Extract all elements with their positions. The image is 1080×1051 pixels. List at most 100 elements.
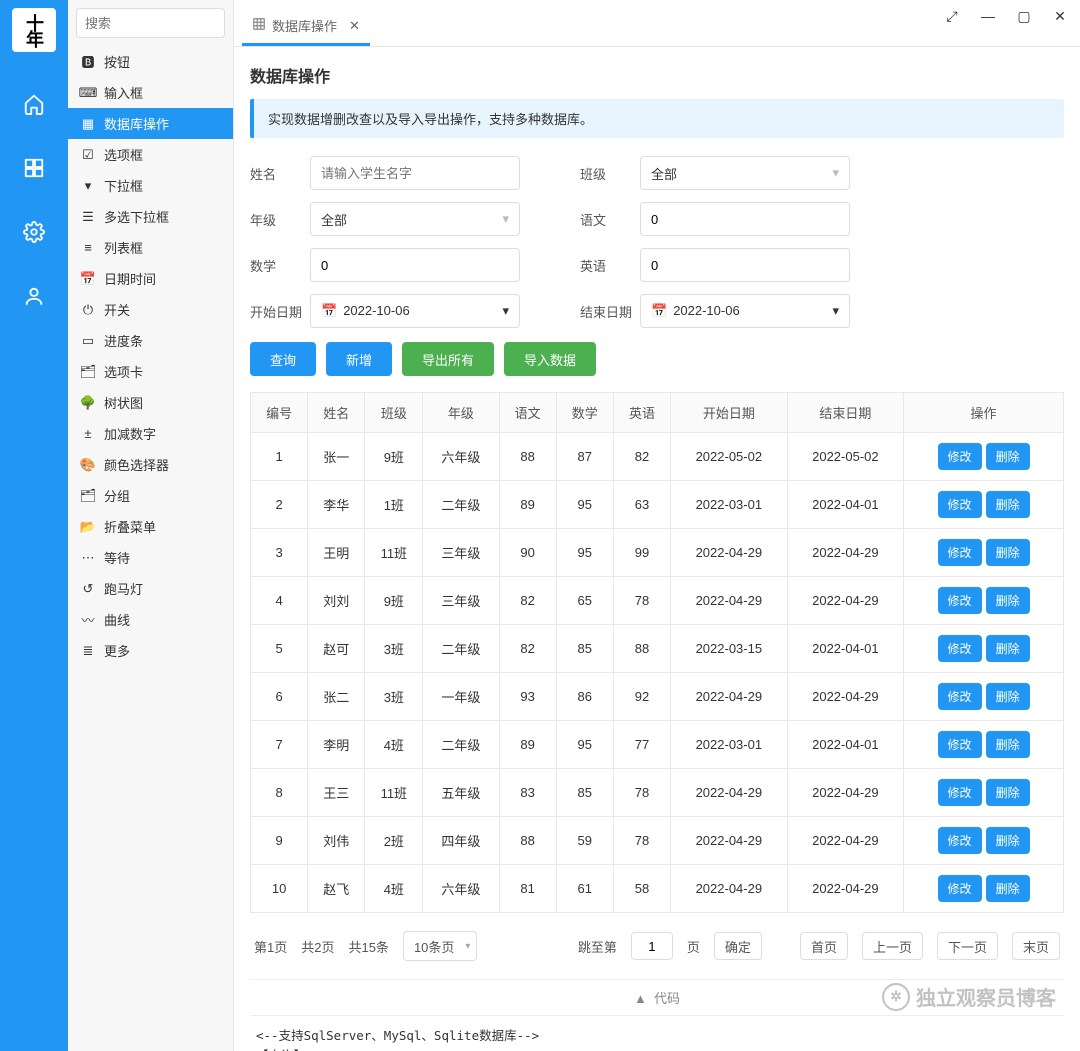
table-cell: 四年级 bbox=[423, 817, 499, 865]
sidebar-item-13[interactable]: 🎨 颜色选择器 bbox=[68, 449, 233, 480]
sidebar-item-11[interactable]: 🌳树状图 bbox=[68, 387, 233, 418]
edit-button[interactable]: 修改 bbox=[938, 875, 982, 902]
edit-button[interactable]: 修改 bbox=[938, 443, 982, 470]
edit-button[interactable]: 修改 bbox=[938, 731, 982, 758]
delete-button[interactable]: 删除 bbox=[986, 827, 1030, 854]
edit-button[interactable]: 修改 bbox=[938, 491, 982, 518]
grade-select[interactable]: 全部▾ bbox=[310, 202, 520, 236]
chinese-input[interactable] bbox=[640, 202, 850, 236]
delete-button[interactable]: 删除 bbox=[986, 875, 1030, 902]
table-header: 开始日期 bbox=[671, 393, 788, 433]
prev-page-button[interactable]: 上一页 bbox=[862, 932, 923, 960]
jump-input[interactable] bbox=[631, 932, 673, 960]
import-button[interactable]: 导入数据 bbox=[504, 342, 596, 376]
table-cell: 89 bbox=[499, 481, 556, 529]
sidebar-item-10[interactable]: 🗂选项卡 bbox=[68, 356, 233, 387]
menu-label: 树状图 bbox=[104, 393, 143, 412]
table-cell: 4班 bbox=[365, 721, 423, 769]
settings-icon[interactable] bbox=[16, 214, 52, 250]
table-cell: 2022-04-29 bbox=[671, 817, 788, 865]
delete-button[interactable]: 删除 bbox=[986, 731, 1030, 758]
table-header: 数学 bbox=[556, 393, 613, 433]
edit-button[interactable]: 修改 bbox=[938, 539, 982, 566]
math-input[interactable] bbox=[310, 248, 520, 282]
table-cell: 王三 bbox=[308, 769, 365, 817]
sidebar: 🅱按钮⌨输入框▦数据库操作☑选项框▾下拉框☰多选下拉框≡列表框📅日期时间⏻开关▭… bbox=[68, 0, 234, 1051]
menu-label: 曲线 bbox=[104, 610, 130, 629]
table-cell: 二年级 bbox=[423, 625, 499, 673]
sidebar-item-4[interactable]: ▾下拉框 bbox=[68, 170, 233, 201]
edit-button[interactable]: 修改 bbox=[938, 827, 982, 854]
confirm-button[interactable]: 确定 bbox=[714, 932, 762, 960]
info-banner: 实现数据增删改查以及导入导出操作，支持多种数据库。 bbox=[250, 99, 1064, 138]
table-cell-actions: 修改删除 bbox=[904, 625, 1064, 673]
sidebar-item-9[interactable]: ▭进度条 bbox=[68, 325, 233, 356]
menu-icon: 🎨 bbox=[80, 457, 96, 473]
next-page-button[interactable]: 下一页 bbox=[937, 932, 998, 960]
query-button[interactable]: 查询 bbox=[250, 342, 316, 376]
menu-label: 折叠菜单 bbox=[104, 517, 156, 536]
jump-label: 跳至第 bbox=[578, 937, 617, 956]
sidebar-item-8[interactable]: ⏻开关 bbox=[68, 294, 233, 325]
edit-button[interactable]: 修改 bbox=[938, 683, 982, 710]
delete-button[interactable]: 删除 bbox=[986, 587, 1030, 614]
delete-button[interactable]: 删除 bbox=[986, 779, 1030, 806]
page-total: 共2页 bbox=[301, 937, 334, 956]
table-header: 语文 bbox=[499, 393, 556, 433]
menu-icon: ≣ bbox=[80, 643, 96, 659]
sidebar-item-3[interactable]: ☑选项框 bbox=[68, 139, 233, 170]
delete-button[interactable]: 删除 bbox=[986, 683, 1030, 710]
table-row: 5赵可3班二年级8285882022-03-152022-04-01修改删除 bbox=[251, 625, 1064, 673]
sidebar-item-12[interactable]: ±加减数字 bbox=[68, 418, 233, 449]
sidebar-item-16[interactable]: ⋯等待 bbox=[68, 542, 233, 573]
tab-label: 数据库操作 bbox=[272, 16, 337, 35]
table-cell: 2022-04-29 bbox=[787, 769, 904, 817]
delete-button[interactable]: 删除 bbox=[986, 539, 1030, 566]
sidebar-item-14[interactable]: 🗂分组 bbox=[68, 480, 233, 511]
table-cell: 88 bbox=[499, 817, 556, 865]
calendar-icon: 📅 bbox=[651, 303, 667, 318]
search-input[interactable] bbox=[76, 8, 225, 38]
delete-button[interactable]: 删除 bbox=[986, 635, 1030, 662]
per-page-select[interactable]: 10条页 bbox=[403, 931, 477, 961]
first-page-button[interactable]: 首页 bbox=[800, 932, 848, 960]
delete-button[interactable]: 删除 bbox=[986, 443, 1030, 470]
user-icon[interactable] bbox=[16, 278, 52, 314]
sidebar-item-6[interactable]: ≡列表框 bbox=[68, 232, 233, 263]
table-cell: 88 bbox=[499, 433, 556, 481]
edit-button[interactable]: 修改 bbox=[938, 587, 982, 614]
edit-button[interactable]: 修改 bbox=[938, 779, 982, 806]
sidebar-item-18[interactable]: 〰曲线 bbox=[68, 604, 233, 635]
sidebar-item-17[interactable]: ↺跑马灯 bbox=[68, 573, 233, 604]
start-date-picker[interactable]: 📅2022-10-06▾ bbox=[310, 294, 520, 328]
menu-label: 颜色选择器 bbox=[104, 455, 169, 474]
code-toggle[interactable]: ▲ 代码 bbox=[250, 979, 1064, 1015]
end-date-picker[interactable]: 📅2022-10-06▾ bbox=[640, 294, 850, 328]
sidebar-item-1[interactable]: ⌨输入框 bbox=[68, 77, 233, 108]
english-input[interactable] bbox=[640, 248, 850, 282]
table-row: 6张二3班一年级9386922022-04-292022-04-29修改删除 bbox=[251, 673, 1064, 721]
tab-close-icon[interactable]: ✕ bbox=[349, 18, 360, 34]
menu-icon: ▦ bbox=[80, 116, 96, 132]
sidebar-item-7[interactable]: 📅日期时间 bbox=[68, 263, 233, 294]
edit-button[interactable]: 修改 bbox=[938, 635, 982, 662]
table-row: 3王明11班三年级9095992022-04-292022-04-29修改删除 bbox=[251, 529, 1064, 577]
export-button[interactable]: 导出所有 bbox=[402, 342, 494, 376]
home-icon[interactable] bbox=[16, 86, 52, 122]
table-row: 2李华1班二年级8995632022-03-012022-04-01修改删除 bbox=[251, 481, 1064, 529]
menu-icon: ☑ bbox=[80, 147, 96, 163]
name-input[interactable] bbox=[310, 156, 520, 190]
class-select[interactable]: 全部▾ bbox=[640, 156, 850, 190]
delete-button[interactable]: 删除 bbox=[986, 491, 1030, 518]
sidebar-item-2[interactable]: ▦数据库操作 bbox=[68, 108, 233, 139]
table-cell-actions: 修改删除 bbox=[904, 529, 1064, 577]
add-button[interactable]: 新增 bbox=[326, 342, 392, 376]
last-page-button[interactable]: 末页 bbox=[1012, 932, 1060, 960]
dashboard-icon[interactable] bbox=[16, 150, 52, 186]
sidebar-item-0[interactable]: 🅱按钮 bbox=[68, 46, 233, 77]
table-cell: 89 bbox=[499, 721, 556, 769]
sidebar-item-15[interactable]: 📂折叠菜单 bbox=[68, 511, 233, 542]
tab-database[interactable]: 数据库操作 ✕ bbox=[242, 8, 370, 46]
sidebar-item-19[interactable]: ≣更多 bbox=[68, 635, 233, 666]
sidebar-item-5[interactable]: ☰多选下拉框 bbox=[68, 201, 233, 232]
